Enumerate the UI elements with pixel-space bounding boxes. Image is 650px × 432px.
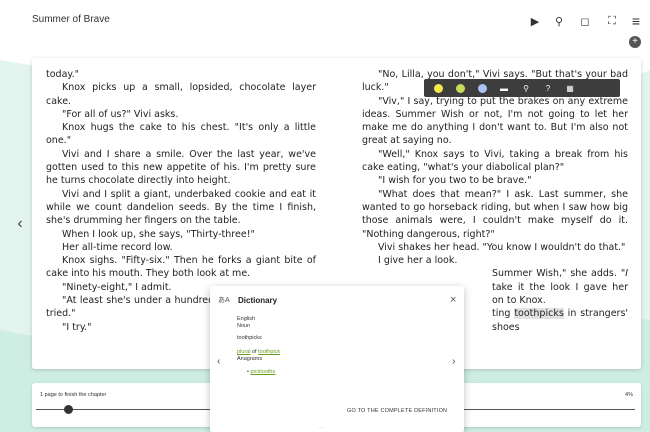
dictionary-entry: English Noun toothpicks plural of toothp…: [237, 316, 280, 376]
paragraph: Vivi and I share a smile. Over the last …: [46, 148, 316, 187]
fullscreen-icon[interactable]: ⛶: [603, 12, 621, 30]
entry-part-of-speech: Noun: [237, 323, 251, 329]
text-fragment: I: [625, 268, 628, 280]
entry-headword: toothpicks: [237, 335, 262, 341]
anagram-link[interactable]: picktooths: [250, 369, 275, 375]
dictionary-popup: あA Dictionary × English Noun toothpicks …: [210, 286, 464, 432]
dictionary-icon[interactable]: ▦: [559, 79, 581, 97]
text-fragment: ting: [492, 308, 515, 320]
previous-page-icon[interactable]: ‹: [13, 215, 27, 233]
search-icon[interactable]: ⚲: [550, 12, 568, 30]
play-icon[interactable]: ▶: [526, 12, 544, 30]
paragraph: Knox hugs the cake to his chest. "It's o…: [46, 122, 316, 147]
paragraph: I give her a look.: [378, 255, 458, 267]
paragraph: "What does that mean?" I ask. Last summe…: [362, 188, 628, 240]
note-icon[interactable]: ▬: [493, 79, 515, 97]
book-title: Summer of Brave: [32, 14, 110, 25]
highlight-toolbar: ▬ ⚲ ? ▦: [424, 79, 620, 97]
text-fragment: of: [250, 349, 259, 355]
color-swatch: [477, 83, 487, 93]
paragraph: today.": [46, 69, 80, 80]
bookmark-icon[interactable]: ◻: [576, 12, 594, 30]
highlight-blue-button[interactable]: [471, 79, 493, 97]
paragraph: Her all-time record low.: [62, 241, 173, 253]
entry-language: English: [237, 316, 256, 322]
loading-dots: · · ·: [318, 425, 325, 430]
text-fragment: Summer Wish," she adds. ": [492, 268, 626, 280]
highlight-green-button[interactable]: [449, 79, 471, 97]
color-swatch: [433, 83, 443, 93]
paragraph: "Well," Knox says to Vivi, taking a brea…: [362, 148, 628, 174]
paragraph: Vivi and I split a giant, underbaked coo…: [46, 188, 316, 227]
add-icon[interactable]: +: [629, 36, 641, 48]
progress-percent: 4%: [625, 392, 633, 398]
chapter-progress-label: 1 page to finish the chapter: [40, 392, 107, 398]
chevron-right-icon[interactable]: ›: [452, 356, 455, 367]
close-icon[interactable]: ×: [450, 294, 456, 306]
paragraph: When I look up, she says, "Thirty-three!…: [62, 228, 255, 240]
translate-icon: あA: [218, 297, 230, 304]
plural-link[interactable]: plural: [237, 349, 250, 355]
selected-word[interactable]: toothpicks: [514, 308, 564, 320]
help-icon[interactable]: ?: [537, 79, 559, 97]
color-swatch: [455, 83, 465, 93]
complete-definition-link[interactable]: GO TO THE COMPLETE DEFINITION: [347, 408, 447, 414]
paragraph: "I wish for you two to be brave.": [378, 175, 532, 187]
singular-link[interactable]: toothpick: [258, 349, 280, 355]
dictionary-title: Dictionary: [238, 296, 278, 305]
text-fragment: take it the look I gave her on to Knox.: [492, 281, 628, 307]
paragraph: "Viv," I say, trying to put the brakes o…: [362, 95, 628, 147]
top-bar: Summer of Brave ▶ ⚲ ◻ ⛶ ≡: [0, 0, 650, 44]
entry-definition: plural of toothpick: [237, 349, 280, 356]
chevron-left-icon[interactable]: ‹: [217, 356, 220, 367]
paragraph: Knox sighs. "Fifty-six." Then he forks a…: [46, 255, 316, 280]
anagrams-label: Anagrams: [237, 356, 263, 362]
paragraph: Vivi shakes her head. "You know I wouldn…: [378, 241, 626, 253]
paragraph: "For all of us?" Vivi asks.: [62, 108, 179, 120]
progress-slider-handle[interactable]: [63, 405, 73, 414]
paragraph: Knox picks up a small, lopsided, chocola…: [46, 82, 316, 107]
list-item: • picktooths: [247, 369, 276, 375]
search-icon[interactable]: ⚲: [515, 79, 537, 97]
highlight-yellow-button[interactable]: [427, 79, 449, 97]
menu-icon[interactable]: ≡: [627, 12, 645, 30]
